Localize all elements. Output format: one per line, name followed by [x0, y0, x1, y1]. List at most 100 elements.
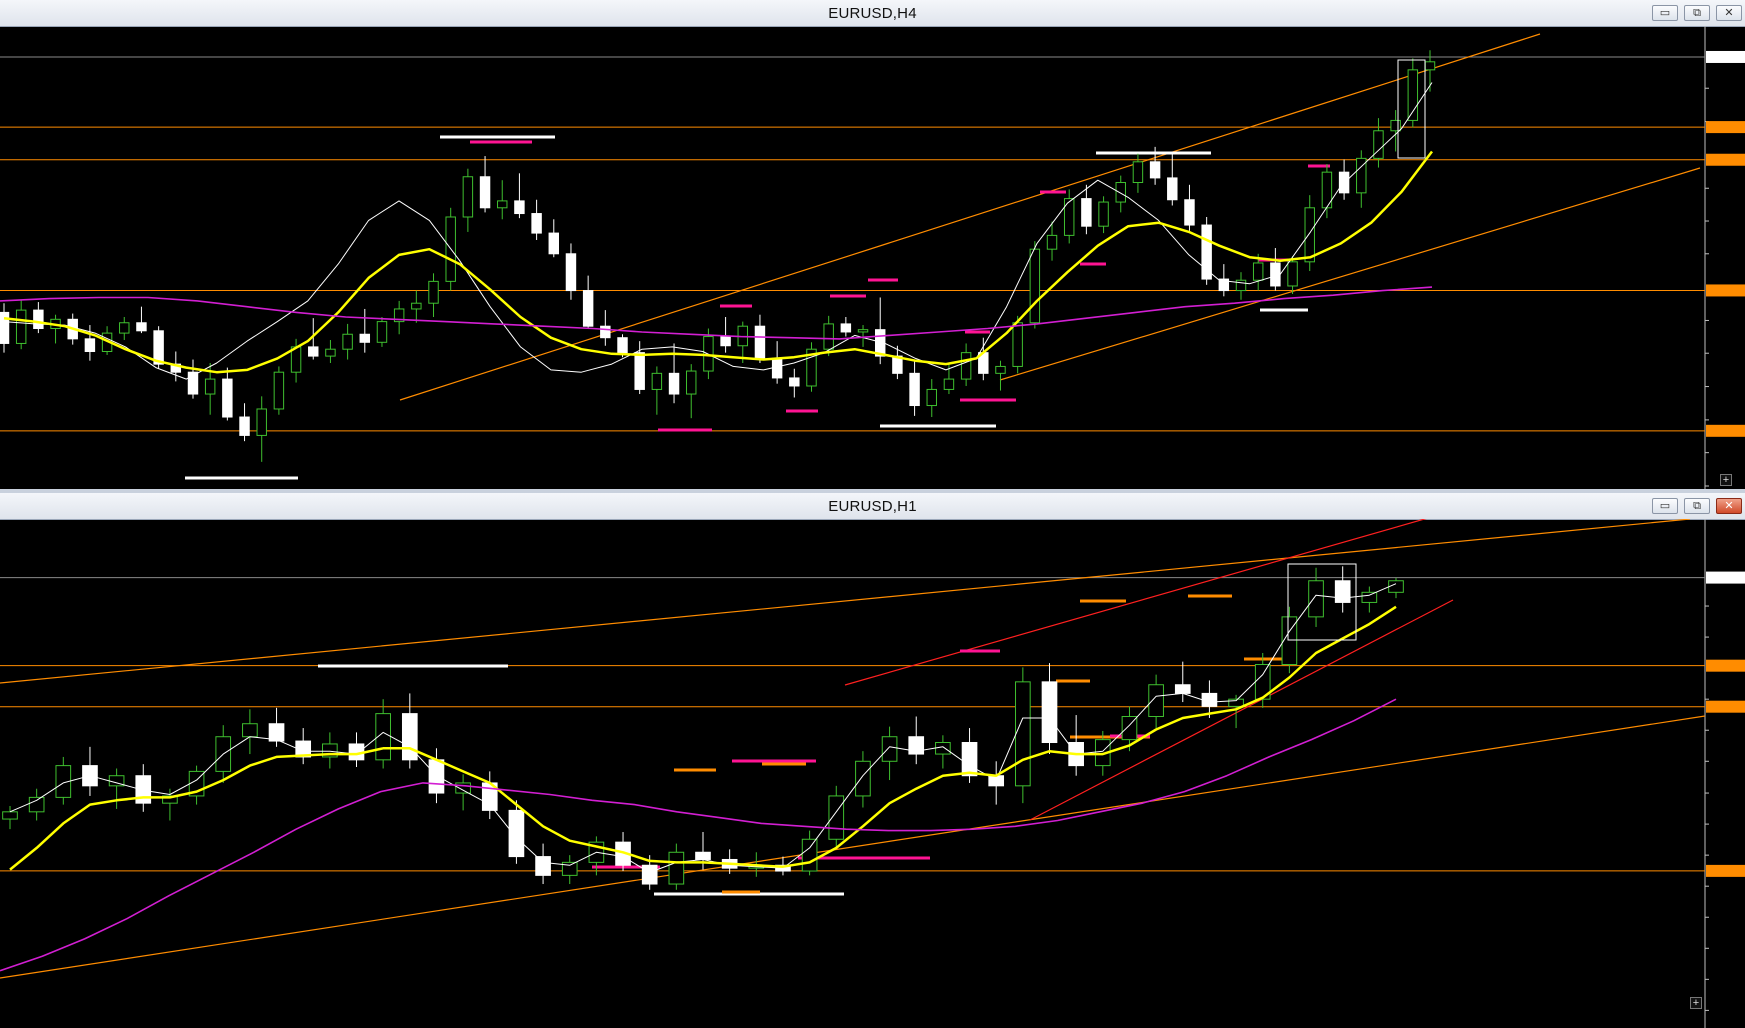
chart-h1-trend-line	[0, 519, 1691, 684]
chart-h1-candle-body	[641, 864, 658, 885]
chart-h1-ma-slow-line	[0, 698, 1397, 972]
zoom-plus-icon-h1[interactable]: +	[1690, 997, 1702, 1009]
chart-h4-candle-body	[995, 365, 1006, 374]
chart-h4-candle-body	[153, 330, 164, 365]
window-title-h4: EURUSD,H4	[828, 5, 917, 22]
chart-h4-ma-slow-line	[0, 286, 1433, 340]
chart-h4-candle-body	[136, 322, 147, 332]
chart-h4-candle-body	[239, 416, 250, 436]
chart-h4-candle-body	[926, 388, 937, 407]
chart-h4-candle-body	[668, 372, 680, 395]
chart-h1-candle-body	[668, 851, 685, 885]
chart-h4-candle-body	[256, 408, 267, 436]
chart-h4-candle-body	[1304, 207, 1315, 263]
chart-h4-candle-body	[1407, 69, 1419, 121]
chart-h4-candle-body	[960, 352, 972, 380]
chart-h1-candle-body	[695, 851, 711, 860]
chart-h4-level-price-tag	[1706, 121, 1745, 134]
minimize-button-h1[interactable]: ▭	[1652, 498, 1678, 514]
chart-h1-level-price-tag	[1706, 700, 1745, 713]
chart-h4-candle-body	[1081, 198, 1092, 227]
chart-h4-candle-body	[1098, 201, 1109, 227]
chart-h4-candle-body	[1046, 234, 1058, 250]
close-button-h4[interactable]: ✕	[1716, 5, 1742, 21]
chart-h4-candle-body	[531, 213, 542, 234]
chart-h4-level-price-tag	[1706, 153, 1745, 166]
window-title-h1: EURUSD,H1	[828, 498, 917, 515]
chart-h4-candle-body	[479, 176, 491, 209]
chart-h1-candle-body	[1015, 681, 1031, 787]
chart-h4-candle-body	[1390, 119, 1401, 132]
chart-h4-candle-body	[342, 333, 353, 350]
chart-h4-candle-body	[1184, 199, 1195, 226]
chart-h4-candle-body	[273, 371, 285, 410]
window-titlebar-h4[interactable]: EURUSD,H4 ▭ ⧉ ✕	[0, 0, 1745, 27]
chart-h4-candle-body	[548, 232, 560, 255]
chart-h1-candle-body	[855, 760, 871, 797]
chart-h4-candle-body	[1373, 130, 1384, 159]
chart-canvas-h4[interactable]	[0, 26, 1745, 489]
chart-h4-candle-body	[1201, 224, 1212, 280]
chart-h4-candle-body	[222, 378, 233, 418]
chart-h4-candle-body	[840, 323, 852, 333]
chart-h4-candle-body	[1149, 161, 1161, 179]
chart-h1-ma-fast-line	[9, 583, 1397, 873]
chart-h4-candle-body	[1287, 261, 1298, 287]
chart-h1-candle-body	[508, 809, 525, 858]
chart-h4-candle-body	[119, 322, 130, 334]
chart-canvas-h1[interactable]	[0, 519, 1745, 1028]
chart-h1-candle-body	[428, 759, 445, 794]
chart-h4-candle-body	[1167, 177, 1178, 201]
chart-h4-ma-mid-line	[3, 150, 1433, 374]
chart-h1-candle-body	[455, 782, 471, 794]
chart-h4-candle-body	[411, 302, 422, 310]
chart-h1-level-price-tag	[1706, 864, 1745, 877]
chart-h4-candle-body	[600, 325, 611, 339]
chart-h4-candle-body	[204, 378, 216, 395]
chart-h4-candle-body	[1115, 182, 1126, 203]
chart-h4-candle-body	[582, 290, 594, 327]
chart-h4-candle-body	[651, 372, 663, 390]
maximize-button-h4[interactable]: ⧉	[1684, 5, 1710, 21]
chart-h4-candle-body	[308, 346, 319, 357]
chart-h4-candle-body	[1029, 248, 1041, 324]
chart-h4-candle-body	[376, 321, 388, 343]
chart-window-h1: EURUSD,H1 ▭ ⧉ ✕ +	[0, 493, 1745, 1028]
maximize-button-h1[interactable]: ⧉	[1684, 498, 1710, 514]
chart-h1-candle-body	[828, 795, 845, 840]
chart-h1-candle-body	[28, 796, 45, 813]
chart-h4-candle-body	[720, 336, 731, 347]
chart-h1-candle-body	[1361, 591, 1378, 603]
chart-h1-candle-body	[801, 838, 818, 872]
chart-h4-candle-body	[514, 200, 525, 215]
window-titlebar-h1[interactable]: EURUSD,H1 ▭ ⧉ ✕	[0, 493, 1745, 520]
chart-h4-candle-body	[1235, 279, 1247, 292]
close-button-h1[interactable]: ✕	[1716, 498, 1742, 514]
chart-h1-candle-body	[881, 736, 898, 762]
chart-h1-candle-body	[1388, 580, 1404, 593]
chart-h1-candle-body	[935, 742, 951, 755]
chart-h1-candle-body	[1148, 684, 1164, 718]
chart-h1-level-price-tag	[1706, 659, 1745, 672]
chart-h4-candle-body	[857, 329, 869, 333]
chart-h4-candle-body	[428, 280, 439, 304]
zoom-plus-icon-h4[interactable]: +	[1720, 474, 1732, 486]
chart-h4-candle-body	[771, 357, 783, 379]
chart-h1-candle-body	[1334, 580, 1351, 603]
chart-h4-candle-body	[617, 337, 628, 354]
chart-h4-candle-body	[686, 370, 697, 395]
chart-h4-candle-body	[33, 309, 44, 330]
chart-h4-level-price-tag	[1706, 424, 1745, 437]
chart-h4-candle-body	[497, 200, 508, 209]
chart-h1-current-price-tag	[1706, 571, 1745, 584]
chart-h4-candle-body	[1132, 161, 1144, 184]
chart-h4-candle-body	[823, 323, 834, 350]
chart-h4-candle-body	[325, 348, 336, 357]
chart-h1-candle-body	[535, 856, 551, 876]
chart-h1-candle-body	[1041, 681, 1058, 744]
chart-h4-candle-body	[1012, 322, 1023, 367]
minimize-button-h4[interactable]: ▭	[1652, 5, 1678, 21]
chart-h1-trend-line	[0, 715, 1706, 979]
chart-h4-candle-body	[634, 352, 645, 390]
chart-h4-candle-body	[359, 333, 371, 343]
